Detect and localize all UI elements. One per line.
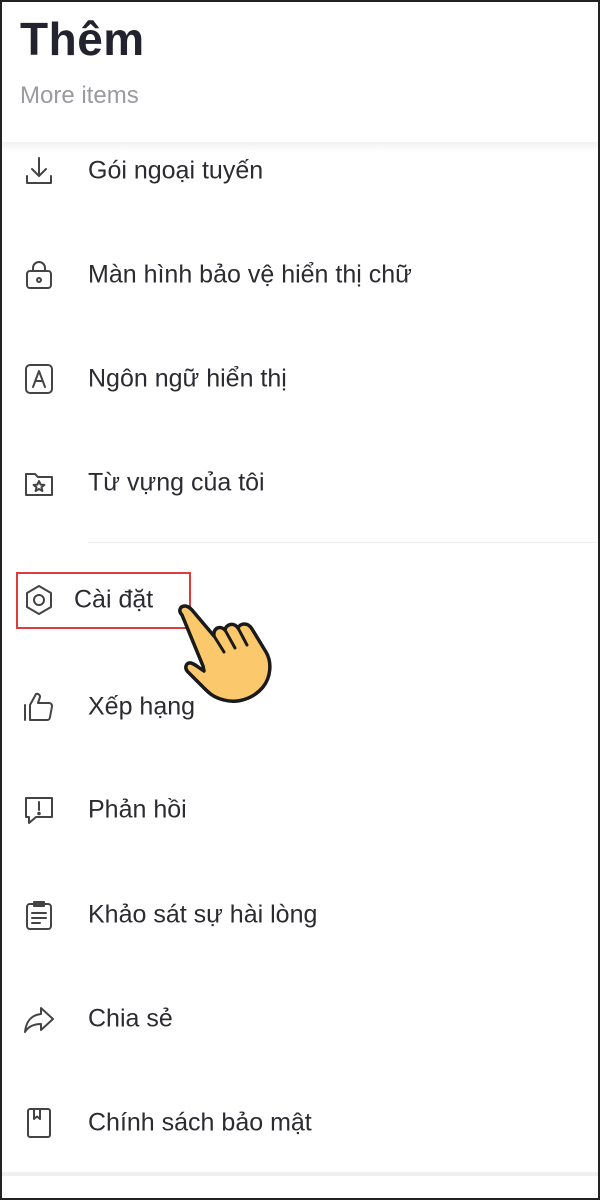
menu-item-display-language[interactable]: Ngôn ngữ hiển thị — [2, 344, 598, 414]
menu-item-label: Gói ngoại tuyến — [88, 156, 264, 185]
privacy-book-icon — [22, 1106, 56, 1140]
page-title: Thêm — [20, 13, 145, 65]
folder-star-icon — [22, 466, 56, 500]
share-icon — [22, 1002, 56, 1036]
menu-item-rate[interactable]: Xếp hạng — [2, 672, 598, 742]
header: Thêm More items — [0, 0, 600, 150]
menu-item-lock-screen[interactable]: Màn hình bảo vệ hiển thị chữ — [2, 240, 598, 310]
menu-item-label: Từ vựng của tôi — [88, 468, 265, 497]
menu-item-label: Khảo sát sự hài lòng — [88, 900, 318, 929]
menu-item-my-vocabulary[interactable]: Từ vựng của tôi — [2, 448, 598, 518]
menu-item-label: Chính sách bảo mật — [88, 1108, 312, 1137]
download-icon — [22, 154, 56, 188]
menu-item-privacy-policy[interactable]: Chính sách bảo mật — [2, 1088, 598, 1158]
thumbs-up-icon — [22, 690, 56, 724]
menu-item-offline-packages[interactable]: Gói ngoại tuyến — [2, 136, 598, 206]
menu-divider — [88, 542, 598, 543]
menu-item-share[interactable]: Chia sẻ — [2, 984, 598, 1054]
lock-screen-icon — [22, 258, 56, 292]
menu-item-label: Màn hình bảo vệ hiển thị chữ — [88, 260, 412, 289]
menu-item-label: Phản hồi — [88, 795, 187, 824]
highlight-box — [16, 572, 191, 629]
menu-item-survey[interactable]: Khảo sát sự hài lòng — [2, 880, 598, 950]
survey-icon — [22, 898, 56, 932]
pointing-hand-icon — [178, 604, 272, 703]
menu-item-label: Ngôn ngữ hiển thị — [88, 364, 287, 393]
menu-item-feedback[interactable]: Phản hồi — [2, 775, 598, 845]
feedback-icon — [22, 793, 56, 827]
language-icon — [22, 362, 56, 396]
menu-item-label: Chia sẻ — [88, 1004, 173, 1033]
page-subtitle: More items — [20, 82, 139, 109]
bottom-divider — [2, 1172, 598, 1176]
